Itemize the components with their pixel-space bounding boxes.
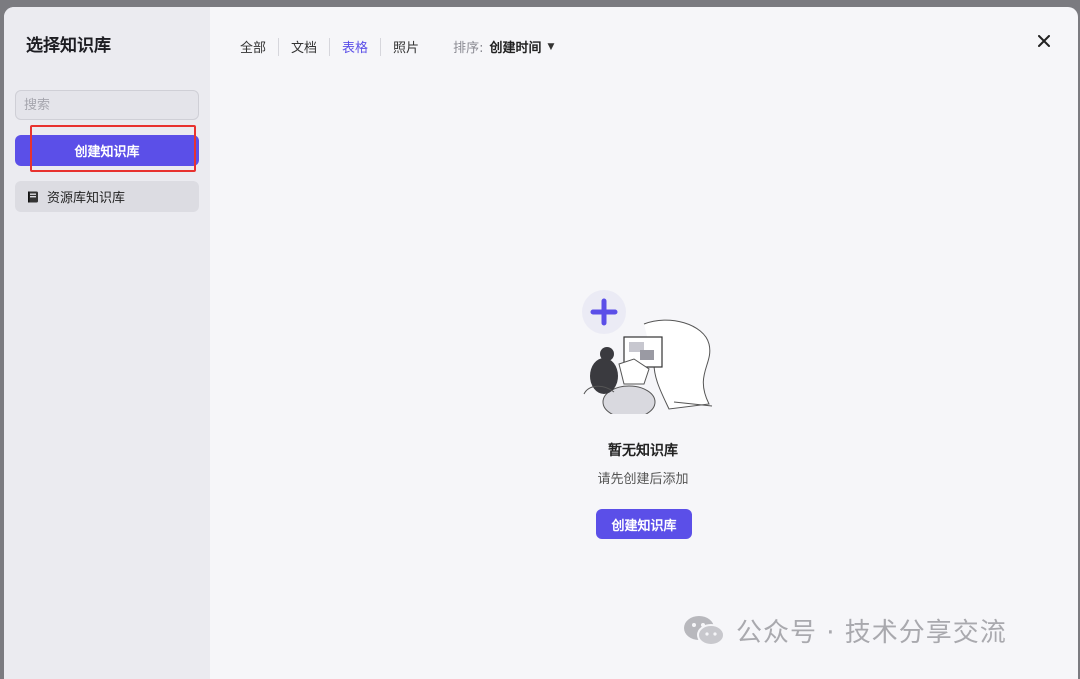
close-button[interactable] (1034, 31, 1054, 51)
tab-documents[interactable]: 文档 (279, 37, 331, 56)
sort-value: 创建时间 (489, 41, 542, 56)
empty-state-title: 暂无知识库 (608, 443, 678, 459)
caret-down-icon: ▼ (547, 41, 555, 52)
sidebar-item-resource-kb[interactable]: 资源库知识库 (15, 181, 199, 212)
tab-photos[interactable]: 照片 (381, 38, 431, 56)
sidebar: 选择知识库 创建知识库 资源库知识库 (4, 7, 210, 679)
watermark: 公众号 · 技术分享交流 (682, 612, 1007, 649)
tab-all[interactable]: 全部 (240, 37, 280, 56)
empty-state-subtitle: 请先创建后添加 (597, 472, 689, 487)
create-knowledge-base-button[interactable]: 创建知识库 (15, 135, 199, 166)
empty-create-knowledge-base-button[interactable]: 创建知识库 (596, 509, 692, 539)
tab-sheets[interactable]: 表格 (330, 37, 382, 56)
empty-illustration (574, 284, 714, 419)
select-knowledge-base-dialog: 选择知识库 创建知识库 资源库知识库 全部 文档 表格 照片 排序: 创建时间 … (4, 7, 1078, 679)
book-icon (28, 191, 38, 202)
sidebar-item-label: 资源库知识库 (47, 191, 126, 206)
filter-tabs: 全部 文档 表格 照片 排序: 创建时间 ▼ (240, 37, 554, 56)
sort-dropdown[interactable]: 排序: 创建时间 ▼ (453, 37, 554, 56)
sidebar-title: 选择知识库 (26, 36, 111, 56)
close-icon (1038, 35, 1050, 47)
empty-state-illustration (582, 290, 713, 419)
sort-label: 排序: (453, 41, 484, 56)
watermark-text: 公众号 · 技术分享交流 (736, 618, 1007, 648)
wechat-icon (684, 615, 725, 646)
search-input[interactable] (15, 90, 199, 120)
